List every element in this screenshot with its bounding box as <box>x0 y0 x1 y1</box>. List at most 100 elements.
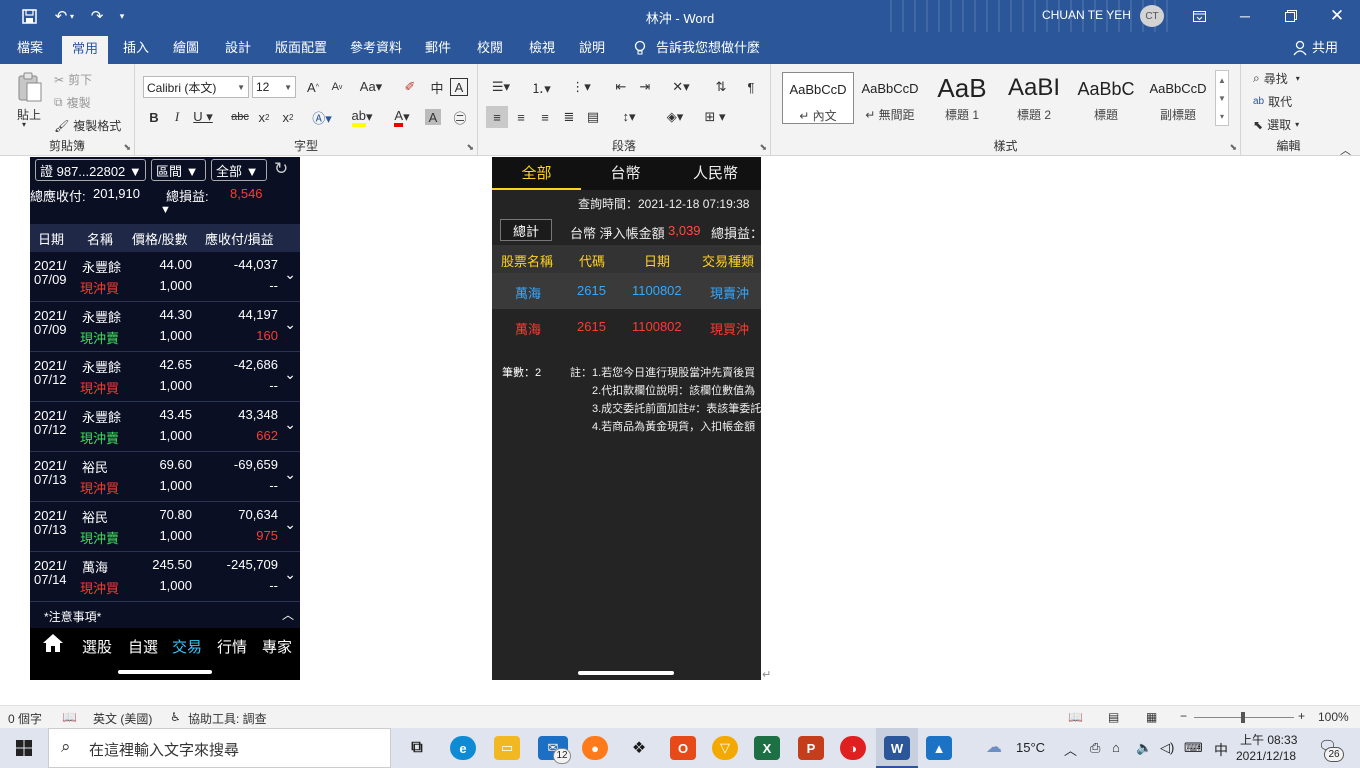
style-heading-2[interactable]: AaBI 標題 2 <box>998 72 1070 124</box>
justify-icon[interactable]: ≣ <box>558 106 580 128</box>
zoom-slider-thumb[interactable] <box>1241 712 1245 723</box>
text-effects-icon[interactable]: Ⓐ▾ <box>307 106 337 128</box>
replace-button[interactable]: ab 取代 <box>1253 93 1292 110</box>
styles-launcher-icon[interactable]: ⬊ <box>1229 142 1237 153</box>
collapse-ribbon-icon[interactable]: ︿ <box>1340 142 1351 158</box>
underline-icon[interactable]: U ▾ <box>189 106 217 128</box>
zoom-level[interactable]: 100% <box>1318 710 1349 724</box>
weather-icon[interactable]: ☁ <box>986 737 1002 757</box>
word-icon[interactable]: W <box>884 736 910 760</box>
windows-start-icon[interactable] <box>0 728 48 768</box>
shading-icon[interactable]: ◈▾ <box>660 106 690 128</box>
show-formatting-icon[interactable]: ¶ <box>740 76 762 98</box>
paragraph-launcher-icon[interactable]: ⬊ <box>759 142 767 153</box>
firefox-icon[interactable]: ● <box>582 736 608 760</box>
tab-view[interactable]: 檢視 <box>522 32 562 64</box>
ribbon-display-options-icon[interactable] <box>1176 0 1222 32</box>
zoom-in-icon[interactable]: + <box>1298 709 1305 723</box>
language-indicator[interactable]: 英文 (美國) <box>93 710 152 727</box>
enclose-characters-icon[interactable]: ㊁ <box>449 106 471 128</box>
paste-icon[interactable] <box>14 70 44 104</box>
subscript-icon[interactable]: x2 <box>253 106 275 128</box>
close-icon[interactable]: ✕ <box>1314 0 1360 32</box>
numbering-icon[interactable]: ⒈▾ <box>526 76 556 98</box>
font-name-select[interactable]: Calibri (本文) ▼ <box>143 76 249 98</box>
line-spacing-icon[interactable]: ↕▾ <box>614 106 644 128</box>
tab-draw[interactable]: 繪圖 <box>166 32 206 64</box>
clipboard-launcher-icon[interactable]: ⬊ <box>123 142 131 153</box>
style-title[interactable]: AaBbC 標題 <box>1070 72 1142 124</box>
word-count[interactable]: 0 個字 <box>8 710 42 727</box>
paste-button[interactable]: 貼上 <box>17 106 41 123</box>
tab-home[interactable]: 常用 <box>62 36 108 64</box>
network-icon[interactable]: ⌂ <box>1112 740 1120 755</box>
format-painter-button[interactable]: 🖌 複製格式 <box>54 117 121 134</box>
powerpoint-icon[interactable]: P <box>798 736 824 760</box>
grow-font-icon[interactable]: A ^ <box>302 76 324 98</box>
tab-mailings[interactable]: 郵件 <box>418 32 458 64</box>
strikethrough-icon[interactable]: abc <box>229 106 251 128</box>
tab-design[interactable]: 設計 <box>218 32 258 64</box>
italic-icon[interactable]: I <box>166 106 188 128</box>
more-styles-icon[interactable]: ▾ <box>1220 112 1224 121</box>
phonetic-guide-icon[interactable]: 中 <box>426 76 448 98</box>
bullets-icon[interactable]: ☰▾ <box>486 76 516 98</box>
font-launcher-icon[interactable]: ⬊ <box>466 142 474 153</box>
tab-help[interactable]: 說明 <box>574 32 610 64</box>
clock-date[interactable]: 2021/12/18 <box>1236 749 1296 763</box>
tab-layout[interactable]: 版面配置 <box>272 32 330 64</box>
excel-icon[interactable]: X <box>754 736 780 760</box>
borders-icon[interactable]: ⊞ ▾ <box>698 106 732 128</box>
print-layout-icon[interactable]: ▤ <box>1108 710 1119 724</box>
proofing-icon[interactable]: 📖 <box>62 710 77 724</box>
zoom-out-icon[interactable]: − <box>1180 709 1187 723</box>
weather-temp[interactable]: 15°C <box>1016 740 1045 755</box>
bold-icon[interactable]: B <box>143 106 165 128</box>
clock-time[interactable]: 上午 08:33 <box>1240 731 1297 748</box>
show-hidden-icons-icon[interactable]: ︿ <box>1064 740 1077 759</box>
share-button[interactable]: 共用 <box>1310 32 1340 64</box>
style-normal[interactable]: AaBbCcD ↵ 內文 <box>782 72 854 124</box>
minimize-icon[interactable]: ─ <box>1222 0 1268 32</box>
tab-review[interactable]: 校閱 <box>470 32 510 64</box>
office-icon[interactable]: O <box>670 736 696 760</box>
character-border-icon[interactable]: A <box>450 78 468 96</box>
tell-me-search[interactable]: 告訴我您想做什麼 <box>656 32 760 64</box>
tab-file[interactable]: 檔案 <box>8 32 52 64</box>
cut-button[interactable]: ✂ 剪下 <box>54 71 92 88</box>
highlight-color-icon[interactable]: ab ▾ <box>345 106 379 128</box>
user-name[interactable]: CHUAN TE YEH <box>1042 8 1131 22</box>
font-size-select[interactable]: 12 ▼ <box>252 76 296 98</box>
decrease-indent-icon[interactable]: ⇤ <box>610 76 632 98</box>
taskbar-search[interactable]: ⌕ 在這裡輸入文字來搜尋 <box>48 728 391 768</box>
dropbox-icon[interactable]: ❖ <box>626 736 652 760</box>
multilevel-list-icon[interactable]: ⋮▾ <box>566 76 596 98</box>
style-subtitle[interactable]: AaBbCcD 副標題 <box>1142 72 1214 124</box>
increase-indent-icon[interactable]: ⇥ <box>634 76 656 98</box>
character-shading-icon[interactable]: A <box>425 109 441 125</box>
tab-insert[interactable]: 插入 <box>116 32 156 64</box>
edge-icon[interactable]: e <box>450 736 476 760</box>
ime-indicator[interactable]: 中 <box>1214 740 1228 760</box>
select-button[interactable]: ⬉ 選取 ▾ <box>1253 116 1299 133</box>
align-center-icon[interactable]: ≡ <box>510 106 532 128</box>
web-layout-icon[interactable]: ▦ <box>1146 710 1157 724</box>
tab-references[interactable]: 參考資料 <box>344 32 408 64</box>
sort-icon[interactable]: ⇅ <box>710 76 732 98</box>
superscript-icon[interactable]: x2 <box>277 106 299 128</box>
copy-button[interactable]: ⧉ 複製 <box>54 94 91 111</box>
align-right-icon[interactable]: ≡ <box>534 106 556 128</box>
styles-scroll[interactable]: ▲ ▼ ▾ <box>1215 70 1229 126</box>
task-view-icon[interactable]: ⧉ <box>404 736 430 760</box>
stock-app-icon[interactable]: ◑ <box>840 736 866 760</box>
speaker-icon[interactable]: 🔈 <box>1136 740 1152 756</box>
meet-now-icon[interactable]: ⎙ <box>1090 740 1100 756</box>
accessibility-status[interactable]: 協助工具: 調查 <box>188 710 267 727</box>
restore-icon[interactable] <box>1268 0 1314 32</box>
style-heading-1[interactable]: AaB 標題 1 <box>926 72 998 124</box>
clear-formatting-icon[interactable]: ✐ <box>399 76 421 98</box>
distributed-icon[interactable]: ▤ <box>582 106 604 128</box>
find-button[interactable]: ⌕ 尋找 ▾ <box>1253 70 1300 87</box>
change-case-icon[interactable]: Aa▾ <box>356 76 386 98</box>
read-mode-icon[interactable]: 📖 <box>1068 710 1083 724</box>
